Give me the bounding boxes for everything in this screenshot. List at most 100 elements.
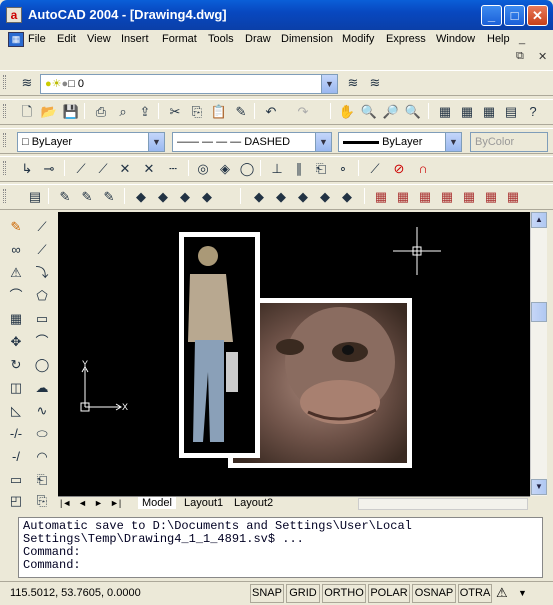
menu-help[interactable]: Help: [487, 33, 510, 45]
document-icon[interactable]: ▦: [8, 32, 24, 47]
plot-icon[interactable]: ⎙: [92, 103, 110, 121]
polar-toggle[interactable]: POLAR: [368, 584, 410, 603]
paste-icon[interactable]: 📋: [210, 103, 228, 121]
vertical-scrollbar[interactable]: ▲ ▼: [530, 212, 547, 496]
snap-endpoint-icon[interactable]: ⟋: [72, 160, 90, 178]
zoom-realtime-icon[interactable]: 🔍: [360, 103, 378, 121]
zoom-previous-icon[interactable]: 🔍: [404, 103, 422, 121]
layer-previous-icon[interactable]: ≋: [366, 74, 384, 92]
erase-icon[interactable]: ✎: [7, 218, 25, 236]
menu-edit[interactable]: Edit: [57, 33, 76, 45]
spline-icon[interactable]: ∿: [33, 402, 51, 420]
express-layer-manager-icon[interactable]: ▦: [372, 188, 390, 206]
menu-view[interactable]: View: [87, 33, 111, 45]
snap-parallel-icon[interactable]: ∥: [290, 160, 308, 178]
menu-dimension[interactable]: Dimension: [281, 33, 333, 45]
command-prompt[interactable]: Command:: [23, 559, 538, 572]
undo-icon[interactable]: ↶: [262, 103, 280, 121]
doc-close-button[interactable]: ✕: [538, 50, 547, 63]
express-list-xref-icon[interactable]: ✎: [56, 188, 74, 206]
menu-file[interactable]: File: [28, 33, 46, 45]
join-icon[interactable]: ◰: [7, 492, 25, 510]
lineweight-dropdown[interactable]: ByLayer ▼: [338, 132, 462, 152]
help-icon[interactable]: ?: [524, 103, 542, 121]
maximize-button[interactable]: □: [504, 5, 525, 26]
scale-icon[interactable]: ◫: [7, 379, 25, 397]
chevron-down-icon[interactable]: ▼: [315, 133, 331, 151]
man-image[interactable]: [179, 232, 260, 458]
ellipse-icon[interactable]: ⬭: [33, 425, 51, 443]
chevron-down-icon[interactable]: ▼: [321, 75, 337, 93]
copy-object-icon[interactable]: ∞: [7, 241, 25, 259]
express-text-mask-icon[interactable]: ◆: [154, 188, 172, 206]
snap-intersection-icon[interactable]: ✕: [116, 160, 134, 178]
snap-tangent-icon[interactable]: ◯: [238, 160, 256, 178]
trim-icon[interactable]: -/-: [7, 425, 25, 443]
snap-toggle[interactable]: SNAP: [250, 584, 284, 603]
array-icon[interactable]: ▦: [7, 310, 25, 328]
autocad-app-icon[interactable]: a: [6, 7, 22, 23]
arc-icon[interactable]: ⌒: [33, 333, 51, 351]
chevron-down-icon[interactable]: ▼: [445, 133, 461, 151]
construction-line-icon[interactable]: ⟋: [33, 241, 51, 259]
menu-format[interactable]: Format: [162, 33, 197, 45]
snap-from-icon[interactable]: ⊸: [40, 160, 58, 178]
tab-next-icon[interactable]: ►: [94, 498, 103, 508]
revision-cloud-icon[interactable]: ☁: [33, 379, 51, 397]
minimize-button[interactable]: _: [481, 5, 502, 26]
color-dropdown[interactable]: □ ByLayer ▼: [17, 132, 165, 152]
offset-icon[interactable]: ⌒: [7, 287, 25, 305]
break-icon[interactable]: ▭: [7, 471, 25, 489]
express-layer-isolate-icon[interactable]: ◆: [272, 188, 290, 206]
express-layer-walk-icon[interactable]: ▦: [394, 188, 412, 206]
menu-modify[interactable]: Modify: [342, 33, 374, 45]
dbconnect-icon[interactable]: ▤: [502, 103, 520, 121]
mirror-icon[interactable]: ⚠: [7, 264, 25, 282]
tab-layout1[interactable]: Layout1: [180, 497, 227, 509]
snap-center-icon[interactable]: ◎: [194, 160, 212, 178]
status-menu-icon[interactable]: ▼: [518, 588, 527, 598]
express-explode-text-icon[interactable]: ◆: [176, 188, 194, 206]
otrack-toggle[interactable]: OTRA: [458, 584, 492, 603]
snap-extension-icon[interactable]: ┄: [164, 160, 182, 178]
express-layer-lock-icon[interactable]: ◆: [338, 188, 356, 206]
tab-first-icon[interactable]: |◄: [60, 498, 71, 508]
express-layer-on-icon[interactable]: ▦: [482, 188, 500, 206]
polyline-icon[interactable]: ⤵: [33, 264, 51, 282]
open-icon[interactable]: 📂: [40, 103, 58, 121]
tab-layout2[interactable]: Layout2: [230, 497, 277, 509]
menu-express[interactable]: Express: [386, 33, 426, 45]
move-icon[interactable]: ✥: [7, 333, 25, 351]
tool-palettes-icon[interactable]: ▦: [480, 103, 498, 121]
close-button[interactable]: ✕: [527, 5, 548, 26]
menu-window[interactable]: Window: [436, 33, 475, 45]
express-layer-match-icon[interactable]: ◆: [250, 188, 268, 206]
snap-node-icon[interactable]: ∘: [334, 160, 352, 178]
stretch-icon[interactable]: ◺: [7, 402, 25, 420]
plot-preview-icon[interactable]: ⌕: [114, 103, 132, 121]
horizontal-scrollbar[interactable]: [358, 498, 528, 510]
snap-nearest-icon[interactable]: ⟋: [366, 160, 384, 178]
grid-toggle[interactable]: GRID: [286, 584, 320, 603]
snap-midpoint-icon[interactable]: ⟋: [94, 160, 112, 178]
express-layer-merge-icon[interactable]: ▦: [416, 188, 434, 206]
zoom-window-icon[interactable]: 🔎: [382, 103, 400, 121]
save-icon[interactable]: 💾: [62, 103, 80, 121]
snap-perpendicular-icon[interactable]: ⊥: [268, 160, 286, 178]
pan-icon[interactable]: ✋: [338, 103, 356, 121]
snap-apparent-intersect-icon[interactable]: ✕: [140, 160, 158, 178]
snap-insert-icon[interactable]: ⎗: [312, 160, 330, 178]
scroll-thumb[interactable]: [531, 302, 547, 322]
rotate-icon[interactable]: ↻: [7, 356, 25, 374]
drawing-canvas[interactable]: Y X: [58, 212, 530, 496]
express-layer-thaw-icon[interactable]: ▦: [460, 188, 478, 206]
layer-manager-icon[interactable]: ≋: [18, 74, 36, 92]
new-icon[interactable]: 🗋: [18, 103, 36, 121]
chevron-down-icon[interactable]: ▼: [148, 133, 164, 151]
express-copy-nested-icon[interactable]: ✎: [78, 188, 96, 206]
ellipse-arc-icon[interactable]: ◠: [33, 448, 51, 466]
communication-center-icon[interactable]: ⚠: [496, 585, 508, 601]
menu-tools[interactable]: Tools: [208, 33, 234, 45]
polygon-icon[interactable]: ⬠: [33, 287, 51, 305]
scroll-down-icon[interactable]: ▼: [531, 479, 547, 495]
